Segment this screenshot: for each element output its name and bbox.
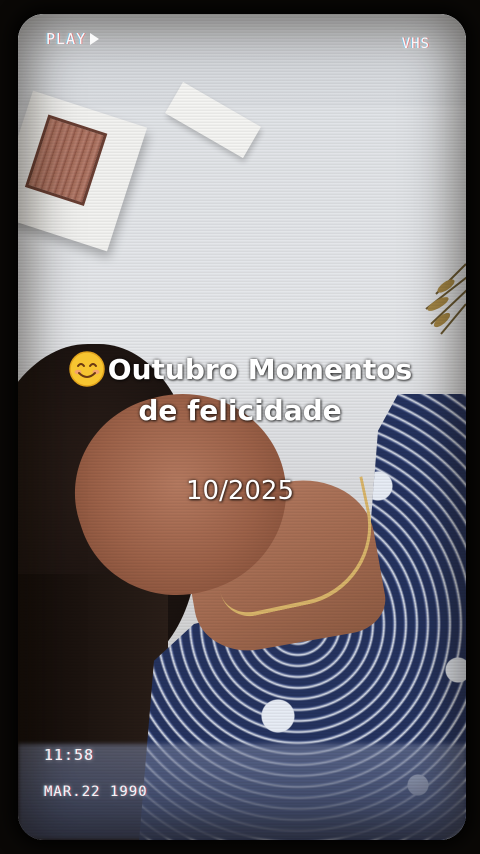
timestamp-time: 11:58	[44, 746, 95, 764]
timestamp-date: MAR.22 1990	[44, 784, 148, 800]
vhs-frame	[18, 14, 466, 840]
play-indicator: PLAY	[46, 30, 100, 48]
caption-date: 10/2025	[185, 476, 294, 506]
play-label: PLAY	[46, 30, 87, 48]
vhs-format-label: VHS	[401, 36, 430, 52]
video-screen: PLAY VHS 11:58 MAR.22 1990 Outubro Momen…	[0, 0, 480, 854]
caption-line-1: Outubro Momentos	[107, 352, 413, 386]
caption-line-2: de felicidade	[138, 394, 342, 427]
play-icon	[90, 33, 100, 45]
ceiling-band	[18, 14, 466, 106]
smiling-face-icon	[69, 351, 105, 387]
wall-picture-art	[24, 114, 108, 206]
caption-title: Outubro Momentos	[40, 350, 440, 388]
plant-leaves	[425, 263, 466, 335]
